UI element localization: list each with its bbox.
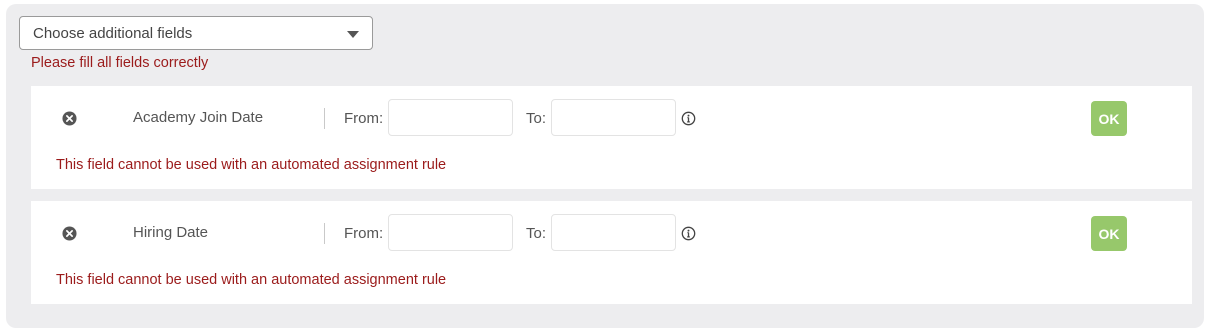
additional-fields-panel: Choose additional fields Please fill all… (6, 4, 1204, 328)
field-row-hiring-date: Hiring Date From: To: OK This field cann… (31, 201, 1192, 304)
to-label: To: (526, 225, 547, 242)
field-error-message: This field cannot be used with an automa… (56, 157, 447, 173)
field-label: Academy Join Date (133, 109, 264, 126)
from-date-input[interactable] (388, 214, 513, 251)
from-label: From: (344, 110, 384, 127)
validation-error-message: Please fill all fields correctly (31, 55, 209, 71)
close-circle-icon[interactable] (62, 111, 77, 126)
field-error-message: This field cannot be used with an automa… (56, 272, 447, 288)
divider (324, 108, 325, 129)
close-circle-icon[interactable] (62, 226, 77, 241)
ok-button[interactable]: OK (1091, 101, 1127, 136)
info-icon[interactable] (681, 226, 696, 241)
info-icon[interactable] (681, 111, 696, 126)
dropdown-placeholder: Choose additional fields (33, 25, 193, 42)
field-label: Hiring Date (133, 224, 209, 241)
from-date-input[interactable] (388, 99, 513, 136)
divider (324, 223, 325, 244)
caret-down-icon (347, 31, 359, 38)
from-label: From: (344, 225, 384, 242)
additional-fields-dropdown[interactable]: Choose additional fields (19, 16, 373, 50)
to-date-input[interactable] (551, 99, 676, 136)
field-row-academy-join-date: Academy Join Date From: To: OK This fiel… (31, 86, 1192, 189)
to-date-input[interactable] (551, 214, 676, 251)
ok-button[interactable]: OK (1091, 216, 1127, 251)
to-label: To: (526, 110, 547, 127)
